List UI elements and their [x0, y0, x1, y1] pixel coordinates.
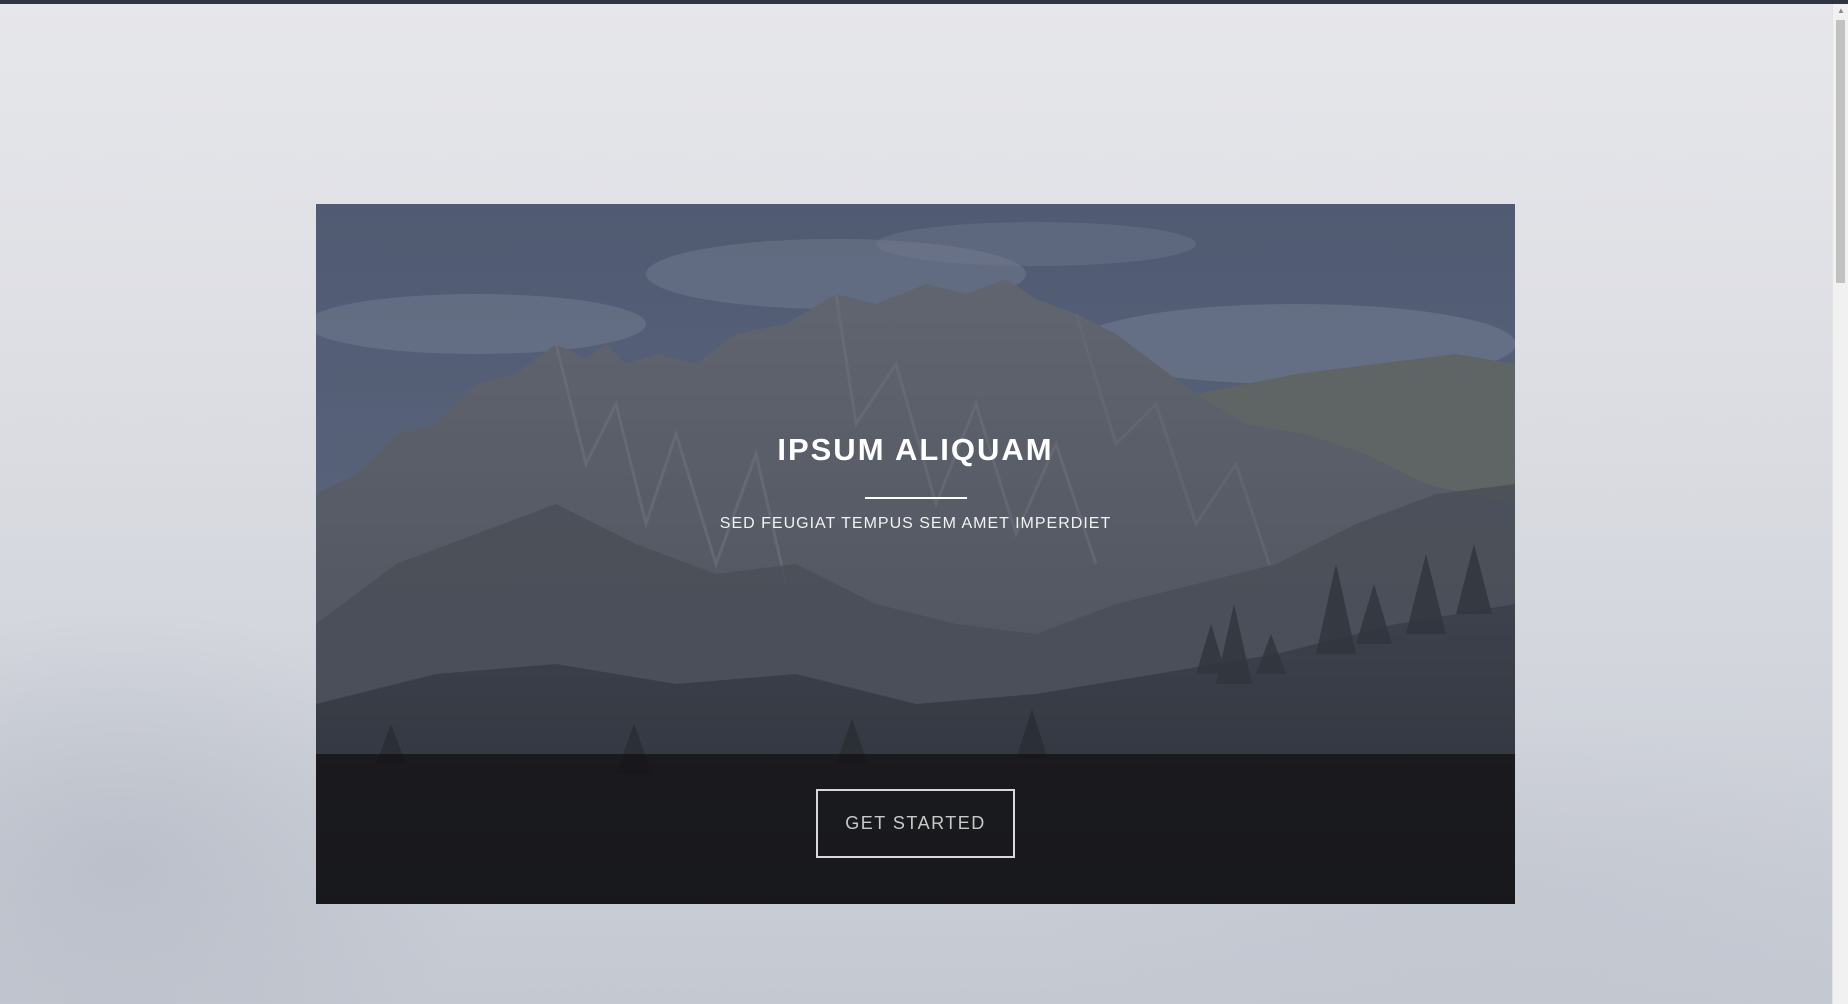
scroll-up-arrow-icon[interactable]: ▲ [1833, 4, 1848, 18]
get-started-button[interactable]: GET STARTED [816, 789, 1015, 858]
banner-tint [316, 204, 1515, 754]
title-divider [865, 497, 967, 499]
hero-banner: IPSUM ALIQUAM SED FEUGIAT TEMPUS SEM AME… [316, 204, 1515, 904]
scrollbar-thumb[interactable] [1836, 20, 1845, 283]
banner-subtitle: SED FEUGIAT TEMPUS SEM AMET IMPERDIET [719, 515, 1112, 532]
banner-title: IPSUM ALIQUAM [777, 432, 1054, 467]
page-scrollbar[interactable]: ▲ [1832, 4, 1848, 1004]
